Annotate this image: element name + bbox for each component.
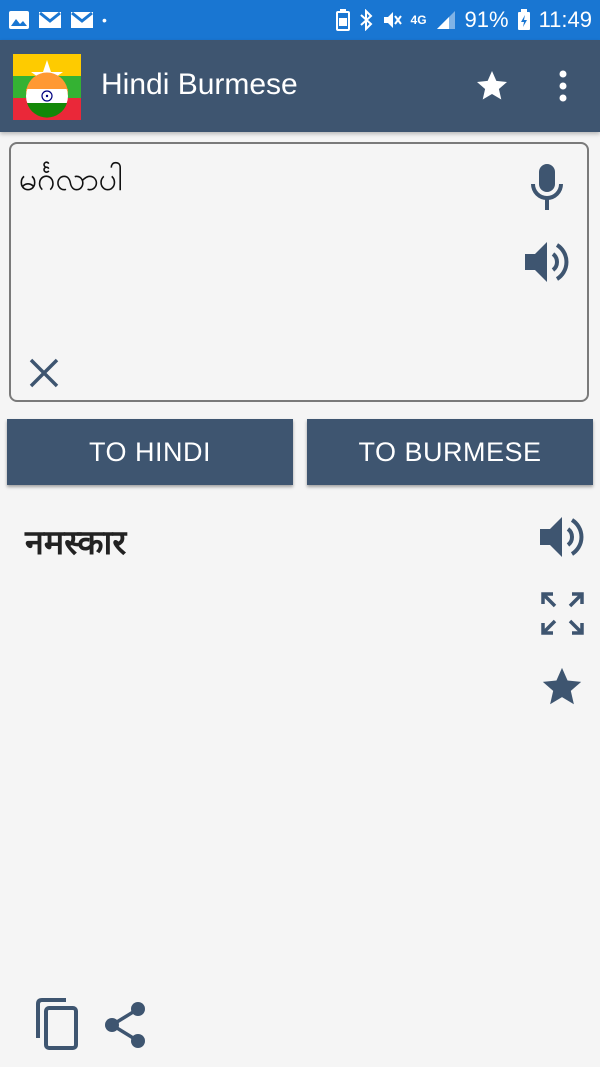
source-text[interactable]: မင်္ဂလာပါ: [19, 158, 123, 206]
overflow-menu-icon[interactable]: [548, 68, 578, 104]
translated-text: नमस्कार: [25, 524, 127, 562]
to-hindi-button[interactable]: TO HINDI: [7, 419, 293, 485]
status-bar-system: 4G 91% 11:49: [335, 7, 592, 33]
mic-icon[interactable]: [525, 162, 569, 212]
battery-percent: 91%: [464, 7, 509, 32]
speaker-icon[interactable]: [538, 514, 588, 560]
speaker-icon[interactable]: [523, 239, 573, 285]
gmail-icon: [39, 11, 61, 28]
gmail-icon: [71, 11, 93, 28]
mute-icon: [383, 12, 402, 28]
app-logo: [13, 54, 81, 120]
network-type: 4G: [410, 13, 427, 27]
signal-icon: [436, 11, 455, 29]
source-text-input[interactable]: မင်္ဂလာပါ: [9, 142, 589, 402]
to-burmese-button[interactable]: TO BURMESE: [307, 419, 593, 485]
clock: 11:49: [538, 7, 592, 32]
fullscreen-icon[interactable]: [541, 592, 584, 635]
gallery-icon: [9, 11, 29, 29]
favorite-star-icon[interactable]: [539, 664, 585, 710]
app-bar: Hindi Burmese: [0, 40, 600, 132]
copy-icon[interactable]: [34, 998, 80, 1050]
share-icon[interactable]: [102, 1000, 148, 1050]
clear-icon[interactable]: [27, 356, 61, 390]
battery-saver-icon: [335, 9, 350, 31]
battery-icon: [517, 9, 530, 30]
bluetooth-icon: [359, 9, 372, 31]
app-title: Hindi Burmese: [101, 68, 298, 101]
favorites-star-icon[interactable]: [474, 68, 510, 104]
status-bar-notifications: •: [8, 10, 107, 30]
status-bar: • 4G 91% 11:49: [0, 0, 600, 40]
more-notifications-dot: •: [102, 12, 107, 28]
